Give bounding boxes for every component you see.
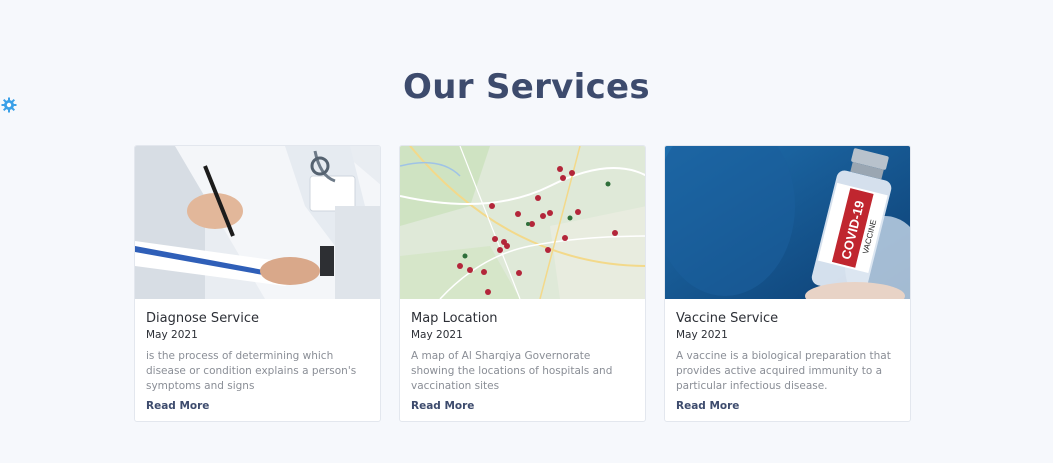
vaccine-vial-image: COVID-19 VACCINE: [665, 146, 910, 299]
card-description: A vaccine is a biological preparation th…: [676, 350, 891, 392]
map-image: [400, 146, 645, 299]
section-title: Our Services: [403, 67, 650, 107]
card-title: Diagnose Service: [146, 311, 259, 326]
card-date: May 2021: [411, 329, 463, 341]
card-description: is the process of determining which dise…: [146, 350, 357, 392]
card-title: Vaccine Service: [676, 311, 779, 326]
read-more-link[interactable]: Read More: [411, 400, 474, 412]
card-date: May 2021: [676, 329, 728, 341]
read-more-link[interactable]: Read More: [676, 400, 739, 412]
read-more-link[interactable]: Read More: [146, 400, 209, 412]
service-card-vaccine[interactable]: COVID-19 VACCINE Vaccine Service May 202…: [664, 145, 911, 422]
doctor-writing-image: [135, 146, 380, 299]
card-date: May 2021: [146, 329, 198, 341]
card-title: Map Location: [411, 311, 498, 326]
service-card-diagnose[interactable]: Diagnose Service May 2021 is the process…: [134, 145, 381, 422]
card-description: A map of Al Sharqiya Governorate showing…: [411, 350, 613, 392]
service-card-map[interactable]: Map Location May 2021 A map of Al Sharqi…: [399, 145, 646, 422]
